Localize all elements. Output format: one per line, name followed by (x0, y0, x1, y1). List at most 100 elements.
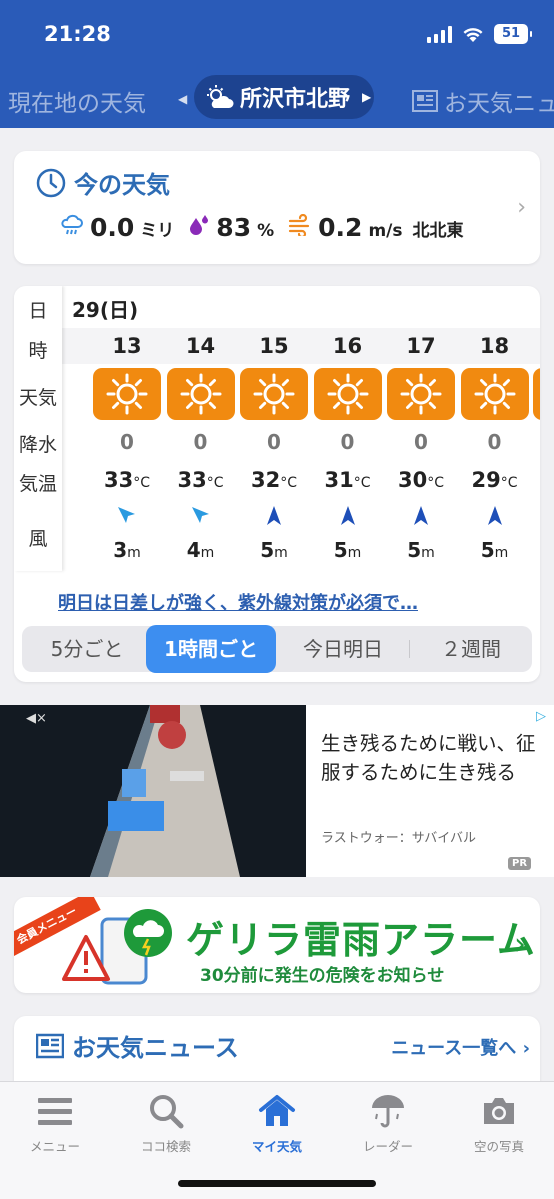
row-label-weather: 天気 (18, 387, 57, 409)
home-icon (222, 1090, 332, 1132)
wind-direction-arrow-icon (336, 504, 360, 528)
status-bar: 21:28 51 (0, 0, 554, 70)
wind-direction-arrow-icon (189, 504, 213, 528)
thunderstorm-alarm-banner[interactable]: 会員メニュー ゲリラ雷雨アラーム 30分前に発生の危険をお知らせ › (14, 897, 540, 993)
tab-active-location[interactable]: 所沢市北野 ▶ (194, 75, 374, 119)
current-weather-card[interactable]: 今の天気 0.0 ミリ 83 % 0.2 m/s 北北東 › (14, 151, 540, 264)
home-indicator (178, 1180, 376, 1187)
umbrella-icon (333, 1090, 443, 1132)
news-title: お天気ニュース (36, 1028, 239, 1063)
nav-search-label: ココ検索 (140, 1139, 191, 1154)
clock-icon (36, 168, 66, 197)
forecast-column: 18 0 29°C 5m (458, 286, 532, 571)
nav-menu[interactable]: メニュー (0, 1090, 110, 1155)
tab-prev-arrow-icon[interactable]: ◀ (178, 92, 187, 106)
ad-choices-icon[interactable]: ▷ (536, 709, 546, 724)
forecast-hour: 14 (185, 334, 216, 358)
forecast-wind: 5m (384, 538, 458, 562)
forecast-comment-link[interactable]: 明日は日差しが強く、紫外線対策が必須で… (58, 589, 418, 615)
mute-icon[interactable]: ◀× (26, 711, 47, 726)
forecast-temp-value: 32 (250, 468, 281, 492)
forecast-temp: 33°C (164, 468, 238, 492)
row-label-wind: 風 (28, 528, 48, 550)
nav-radar[interactable]: レーダー (333, 1090, 443, 1155)
forecast-hour: 15 (259, 334, 289, 358)
sunny-icon (240, 368, 308, 420)
status-time: 21:28 (44, 22, 111, 46)
status-icons: 51 (427, 24, 532, 44)
current-weather-values: 0.0 ミリ 83 % 0.2 m/s 北北東 (60, 213, 463, 242)
wind-direction: 北北東 (412, 221, 464, 241)
tab-weather-news[interactable]: お天気ニュ (412, 84, 554, 118)
sunny-icon (387, 368, 455, 420)
camera-icon (444, 1090, 554, 1132)
forecast-rain: 0 (120, 430, 134, 454)
banner-subtitle: 30分前に発生の危険をお知らせ (200, 966, 445, 986)
wind-unit: m (127, 545, 141, 561)
nav-sky-photo[interactable]: 空の写真 (444, 1090, 554, 1155)
temp-unit: °C (353, 475, 371, 491)
humidity-drops-icon (190, 215, 209, 235)
row-label-rain: 降水 (18, 434, 57, 456)
chevron-right-icon: › (514, 927, 526, 962)
forecast-wind-value: 5 (407, 538, 422, 562)
forecast-wind-value: 4 (186, 538, 201, 562)
row-label-temp: 気温 (18, 473, 57, 495)
ad-image[interactable]: ◀× (0, 705, 306, 877)
forecast-hour: 17 (406, 334, 436, 358)
segment-1hour[interactable]: 1時間ごと (146, 625, 276, 673)
forecast-wind: 3m (90, 538, 164, 562)
wind-direction-arrow-icon (115, 504, 139, 528)
advertisement[interactable]: ◀× ▷ 生き残るために戦い、征服するために生き残る ラストウォー：サバイバル … (0, 705, 554, 877)
nav-radar-label: レーダー (362, 1139, 413, 1154)
forecast-rain: 0 (267, 430, 281, 454)
news-list-link[interactable]: ニュース一覧へ › (391, 1034, 530, 1060)
segment-2weeks[interactable]: ２週間 (410, 626, 532, 672)
current-weather-title-text: 今の天気 (74, 171, 170, 199)
interval-segmented-control: 5分ごと 今日明日 ２週間 1時間ごと (22, 625, 532, 673)
wind-value: 0.2 (318, 213, 363, 242)
temp-unit: °C (133, 475, 150, 491)
current-weather-title: 今の天気 (36, 165, 170, 200)
temp-unit: °C (500, 475, 518, 491)
forecast-column: 15 0 32°C 5m (237, 286, 311, 571)
rain-value: 0.0 (90, 213, 135, 242)
nav-my-weather[interactable]: マイ天気 (222, 1090, 332, 1155)
wind-unit: m (347, 545, 362, 561)
forecast-rain: 0 (487, 430, 502, 454)
forecast-wind-value: 5 (260, 538, 275, 562)
forecast-wind: 5m (458, 538, 532, 562)
segment-today-tomorrow[interactable]: 今日明日 (280, 626, 406, 672)
forecast-temp-value: 31 (324, 468, 354, 492)
hamburger-menu-icon (0, 1090, 110, 1132)
forecast-column: 16 0 31°C 5m (311, 286, 385, 571)
sunny-icon (313, 368, 382, 420)
newspaper-icon (412, 90, 438, 112)
ad-pr-badge: PR (508, 857, 532, 870)
tab-active-label: 所沢市北野 (240, 87, 351, 112)
forecast-rain: 0 (414, 430, 428, 454)
forecast-wind-value: 5 (480, 538, 495, 562)
newspaper-icon (36, 1033, 64, 1058)
temp-unit: °C (427, 475, 444, 491)
nav-search[interactable]: ココ検索 (111, 1090, 221, 1155)
nav-my-weather-label: マイ天気 (251, 1139, 302, 1154)
wind-unit: m (274, 545, 288, 561)
tab-next-arrow-icon[interactable]: ▶ (362, 90, 371, 104)
cellular-signal-icon (427, 25, 452, 43)
forecast-temp: 29°C (458, 468, 532, 492)
segment-5min[interactable]: 5分ごと (22, 626, 152, 672)
forecast-temp-value: 30 (397, 468, 428, 492)
row-label-day: 日 (28, 300, 48, 322)
tab-current-location[interactable]: 現在地の天気 (8, 84, 146, 118)
rain-unit: ミリ (140, 221, 175, 241)
wind-unit: m (421, 545, 435, 561)
forecast-temp: 33°C (90, 468, 164, 492)
news-title-text: お天気ニュース (72, 1034, 239, 1062)
forecast-wind-value: 5 (333, 538, 348, 562)
sunny-icon (460, 368, 529, 420)
news-list-link-label: ニュース一覧へ (391, 1038, 517, 1059)
forecast-column: 14 0 33°C 4m (164, 286, 238, 571)
forecast-temp: 30°C (384, 468, 458, 492)
hourly-forecast-grid[interactable]: 29(日) 2 °C m 13033°C3m14033°C4m15032°C5m… (14, 286, 540, 571)
